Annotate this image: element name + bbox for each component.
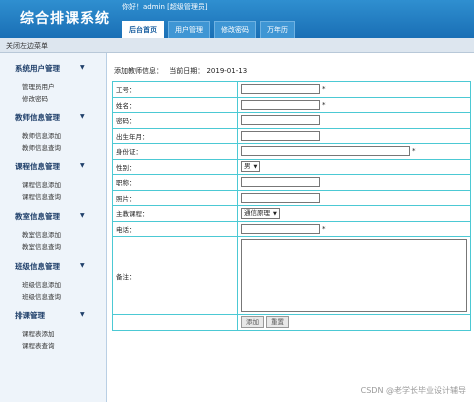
field-label-remark: 备注： [112, 236, 238, 315]
current-date-label: 当前日期： [169, 67, 205, 75]
form-row: 密码： [112, 112, 471, 129]
reset-button[interactable]: 重置 [266, 316, 289, 329]
chevron-down-icon[interactable]: ▼ [80, 212, 85, 219]
field-label-course: 主教课程： [112, 205, 238, 222]
phone-input[interactable] [241, 223, 320, 234]
field-cell: * [237, 81, 471, 98]
form-row: 职称： [112, 174, 471, 191]
sidebar-item-course-query[interactable]: 课程信息查询 [22, 191, 61, 201]
field-cell [237, 112, 471, 129]
tab-user-management[interactable]: 用户管理 [168, 21, 210, 38]
required-mark: * [322, 224, 326, 233]
field-cell: * [237, 143, 471, 160]
form-row: 添加 重置 [112, 314, 471, 331]
sidebar-item-teacher-add[interactable]: 教师信息添加 [22, 130, 61, 140]
sidebar-item-change-password[interactable]: 修改密码 [22, 93, 48, 103]
field-label-title: 职称： [112, 174, 238, 191]
current-date: 2019-01-13 [206, 67, 248, 75]
idcard-input[interactable] [241, 146, 410, 157]
form-row: 身份证： * [112, 143, 471, 160]
required-mark: * [412, 147, 416, 156]
field-label-birth: 出生年月： [112, 127, 238, 144]
app-header: 综合排课系统 你好！admin [超级管理员] 后台首页 用户管理 修改密码 万… [0, 0, 474, 38]
sidebar: 系统用户管理 ▼ 管理员用户 修改密码 教师信息管理 ▼ 教师信息添加 教师信息… [0, 53, 107, 402]
chevron-down-icon[interactable]: ▼ [80, 113, 85, 120]
field-label-photo: 照片： [112, 189, 238, 206]
form-row: 照片： [112, 189, 471, 206]
chevron-down-icon[interactable]: ▼ [80, 311, 85, 318]
sidebar-item-teacher-query[interactable]: 教师信息查询 [22, 142, 61, 152]
required-mark: * [322, 100, 326, 109]
photo-input[interactable] [241, 192, 320, 203]
field-label-idcard: 身份证： [112, 143, 238, 160]
course-selected-value: 通信原理 [244, 208, 270, 217]
teacher-name-input[interactable] [241, 99, 320, 110]
birth-date-input[interactable] [241, 130, 320, 141]
chevron-down-icon: ▼ [273, 210, 277, 217]
sidebar-group-title[interactable]: 教室信息管理 [15, 211, 60, 222]
field-label-id: 工号： [112, 81, 238, 98]
gender-selected-value: 男 [244, 162, 251, 171]
field-cell: * [237, 220, 471, 237]
sidebar-item-schedule-add[interactable]: 课程表添加 [22, 328, 55, 338]
main-content: 添加教师信息： 当前日期： 2019-01-13 工号： * 姓名： * 密码：… [107, 53, 474, 402]
sidebar-group-title[interactable]: 课程信息管理 [15, 161, 60, 172]
form-row: 工号： * [112, 81, 471, 98]
gender-select[interactable]: 男 ▼ [241, 161, 261, 173]
field-cell: 通信原理 ▼ [237, 205, 471, 222]
required-mark: * [322, 85, 326, 94]
sidebar-item-class-query[interactable]: 班级信息查询 [22, 291, 61, 301]
job-title-input[interactable] [241, 177, 320, 188]
sidebar-item-schedule-query[interactable]: 课程表查询 [22, 340, 55, 350]
field-cell: * [237, 96, 471, 113]
form-row: 电话： * [112, 220, 471, 237]
form-actions: 添加 重置 [237, 314, 471, 331]
tab-home[interactable]: 后台首页 [122, 21, 164, 38]
user-greeting: 你好！admin [超级管理员] [122, 3, 208, 11]
field-cell [237, 127, 471, 144]
chevron-down-icon: ▼ [253, 164, 258, 171]
sidebar-item-admin-users[interactable]: 管理员用户 [22, 81, 55, 91]
app-logo-title: 综合排课系统 [20, 11, 110, 27]
field-cell: 男 ▼ [237, 158, 471, 175]
sub-toolbar: 关闭左边菜单 [0, 38, 474, 53]
sidebar-item-classroom-query[interactable]: 教室信息查询 [22, 241, 61, 251]
field-label-password: 密码： [112, 112, 238, 129]
field-cell [237, 189, 471, 206]
sidebar-group-title[interactable]: 系统用户管理 [15, 63, 60, 74]
field-cell [237, 236, 471, 315]
teacher-id-input[interactable] [241, 84, 320, 95]
chevron-down-icon[interactable]: ▼ [80, 262, 85, 269]
tab-calendar[interactable]: 万年历 [260, 21, 295, 38]
field-label-phone: 电话： [112, 220, 238, 237]
course-select[interactable]: 通信原理 ▼ [241, 207, 280, 219]
sidebar-item-classroom-add[interactable]: 教室信息添加 [22, 229, 61, 239]
field-label-gender: 性别： [112, 158, 238, 175]
chevron-down-icon[interactable]: ▼ [80, 64, 85, 71]
field-label-name: 姓名： [112, 96, 238, 113]
watermark-text: CSDN @老学长毕业设计辅导 [360, 386, 466, 395]
form-row: 备注： [112, 236, 471, 315]
sidebar-item-class-add[interactable]: 班级信息添加 [22, 279, 61, 289]
chevron-down-icon[interactable]: ▼ [80, 162, 85, 169]
form-row: 主教课程： 通信原理 ▼ [112, 205, 471, 222]
breadcrumb: 添加教师信息： 当前日期： 2019-01-13 [114, 66, 247, 76]
close-left-menu-link[interactable]: 关闭左边菜单 [6, 41, 48, 51]
password-input[interactable] [241, 115, 320, 126]
submit-button[interactable]: 添加 [241, 316, 264, 329]
sidebar-group-title[interactable]: 教师信息管理 [15, 112, 60, 123]
form-row: 出生年月： [112, 127, 471, 144]
sidebar-group-title[interactable]: 班级信息管理 [15, 261, 60, 272]
empty-cell [112, 314, 238, 331]
form-row: 性别： 男 ▼ [112, 158, 471, 175]
tab-change-password[interactable]: 修改密码 [214, 21, 256, 38]
remark-textarea[interactable] [241, 239, 467, 312]
sidebar-item-course-add[interactable]: 课程信息添加 [22, 179, 61, 189]
top-nav: 后台首页 用户管理 修改密码 万年历 [122, 21, 295, 38]
sidebar-group-title[interactable]: 排课管理 [15, 310, 45, 321]
field-cell [237, 174, 471, 191]
page-title: 添加教师信息： [114, 67, 163, 75]
form-row: 姓名： * [112, 96, 471, 113]
teacher-form-table: 工号： * 姓名： * 密码： 出生年月： 身份证： * 性别： 男 ▼ 职称：… [112, 81, 471, 331]
